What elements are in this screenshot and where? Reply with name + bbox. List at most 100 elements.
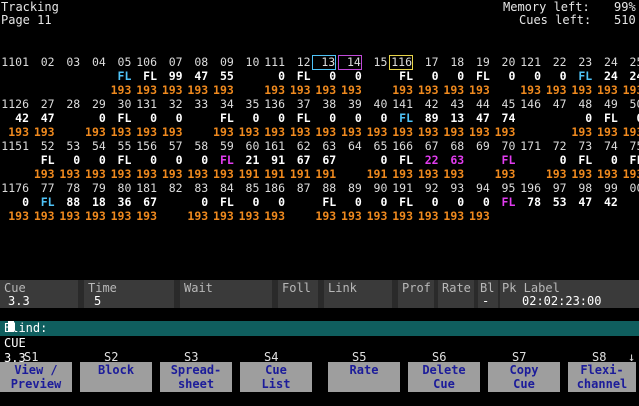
channel-number[interactable]: 58 bbox=[184, 140, 208, 153]
channel-number[interactable]: 79 bbox=[82, 182, 106, 195]
channel-number[interactable]: 19 bbox=[466, 56, 490, 69]
channel-number[interactable]: 60 bbox=[235, 140, 260, 153]
channel-number[interactable]: 73 bbox=[568, 140, 592, 153]
channel-number[interactable]: 1176 bbox=[0, 182, 29, 195]
channel-number[interactable]: 74 bbox=[594, 140, 618, 153]
channel-number[interactable]: 07 bbox=[159, 56, 183, 69]
profile-field[interactable]: Prof bbox=[398, 280, 434, 308]
channel-number[interactable]: 97 bbox=[543, 182, 567, 195]
channel-number[interactable]: 106 bbox=[133, 56, 157, 69]
channel-number[interactable]: 67 bbox=[415, 140, 439, 153]
channel-number[interactable]: 72 bbox=[543, 140, 567, 153]
channel-number[interactable]: 87 bbox=[287, 182, 311, 195]
channel-number[interactable]: 111 bbox=[261, 56, 285, 69]
channel-number[interactable]: 33 bbox=[184, 98, 208, 111]
channel-number[interactable]: 191 bbox=[389, 182, 413, 195]
channel-number[interactable]: 04 bbox=[82, 56, 106, 69]
channel-number[interactable]: 98 bbox=[568, 182, 592, 195]
channel-number[interactable]: 141 bbox=[389, 98, 413, 111]
channel-number[interactable]: 63 bbox=[312, 140, 336, 153]
softkey-1-button[interactable]: View / Preview bbox=[0, 362, 72, 392]
channel-number[interactable]: 15 bbox=[363, 56, 388, 69]
channel-number[interactable]: 161 bbox=[261, 140, 285, 153]
channel-number[interactable]: 39 bbox=[338, 98, 362, 111]
channel-number[interactable]: 92 bbox=[415, 182, 439, 195]
channel-number[interactable]: 57 bbox=[159, 140, 183, 153]
channel-number[interactable]: 52 bbox=[31, 140, 55, 153]
channel-number[interactable]: 59 bbox=[210, 140, 234, 153]
channel-number[interactable]: 131 bbox=[133, 98, 157, 111]
channel-number[interactable]: 45 bbox=[491, 98, 516, 111]
channel-number[interactable]: 64 bbox=[338, 140, 362, 153]
channel-number[interactable]: 25 bbox=[619, 56, 639, 69]
channel-number[interactable]: 50 bbox=[619, 98, 639, 111]
channel-number[interactable]: 38 bbox=[312, 98, 336, 111]
channel-number[interactable]: 171 bbox=[517, 140, 541, 153]
channel-number[interactable]: 42 bbox=[415, 98, 439, 111]
channel-number[interactable]: 44 bbox=[466, 98, 490, 111]
channel-number[interactable]: 89 bbox=[338, 182, 362, 195]
channel-number[interactable]: 20 bbox=[491, 56, 516, 69]
channel-number[interactable]: 28 bbox=[56, 98, 80, 111]
channel-number[interactable]: 121 bbox=[517, 56, 541, 69]
softkey-4-button[interactable]: Cue List bbox=[240, 362, 312, 392]
channel-number[interactable]: 95 bbox=[491, 182, 516, 195]
channel-number[interactable]: 17 bbox=[415, 56, 439, 69]
channel-number[interactable]: 186 bbox=[261, 182, 285, 195]
channel-number[interactable]: 69 bbox=[466, 140, 490, 153]
more-softkeys-arrow-icon[interactable]: ↓ bbox=[628, 350, 635, 364]
channel-number[interactable]: 1151 bbox=[0, 140, 29, 153]
channel-number[interactable]: 181 bbox=[133, 182, 157, 195]
channel-number[interactable]: 53 bbox=[56, 140, 80, 153]
channel-number[interactable]: 99 bbox=[594, 182, 618, 195]
softkey-7-button[interactable]: Copy Cue bbox=[488, 362, 560, 392]
channel-number[interactable]: 78 bbox=[56, 182, 80, 195]
channel-number[interactable]: 1101 bbox=[0, 56, 29, 69]
channel-number[interactable]: 32 bbox=[159, 98, 183, 111]
channel-number[interactable]: 84 bbox=[210, 182, 234, 195]
channel-number[interactable]: 22 bbox=[543, 56, 567, 69]
softkey-6-button[interactable]: Delete Cue bbox=[408, 362, 480, 392]
channel-number[interactable]: 82 bbox=[159, 182, 183, 195]
channel-number[interactable]: 146 bbox=[517, 98, 541, 111]
channel-number[interactable]: 48 bbox=[568, 98, 592, 111]
channel-number[interactable]: 156 bbox=[133, 140, 157, 153]
wait-field[interactable]: Wait bbox=[180, 280, 272, 308]
channel-number[interactable]: 93 bbox=[440, 182, 464, 195]
channel-number[interactable]: 05 bbox=[107, 56, 132, 69]
channel-number[interactable]: 09 bbox=[210, 56, 234, 69]
channel-number[interactable]: 02 bbox=[31, 56, 55, 69]
channel-number[interactable]: 00 bbox=[619, 182, 639, 195]
channel-number[interactable]: 18 bbox=[440, 56, 464, 69]
cue-field[interactable]: Cue 3.3 bbox=[0, 280, 78, 308]
rate-field[interactable]: Rate bbox=[438, 280, 474, 308]
channel-number[interactable]: 62 bbox=[287, 140, 311, 153]
channel-number[interactable]: 88 bbox=[312, 182, 336, 195]
channel-number[interactable]: 03 bbox=[56, 56, 80, 69]
softkey-5-button[interactable]: Rate bbox=[328, 362, 400, 392]
channel-number[interactable]: 85 bbox=[235, 182, 260, 195]
channel-number[interactable]: 54 bbox=[82, 140, 106, 153]
block-field[interactable]: Bl - bbox=[478, 280, 498, 308]
channel-number[interactable]: 136 bbox=[261, 98, 285, 111]
channel-number[interactable]: 34 bbox=[210, 98, 234, 111]
softkey-8-button[interactable]: Flexi- channel bbox=[568, 362, 636, 392]
channel-number[interactable]: 40 bbox=[363, 98, 388, 111]
channel-number[interactable]: 196 bbox=[517, 182, 541, 195]
channel-number[interactable]: 30 bbox=[107, 98, 132, 111]
channel-number[interactable]: 27 bbox=[31, 98, 55, 111]
channel-number[interactable]: 13 bbox=[312, 55, 337, 70]
label-field[interactable]: Pk Label 02:02:23:00 bbox=[500, 280, 639, 308]
channel-number[interactable]: 14 bbox=[337, 55, 362, 70]
channel-number[interactable]: 75 bbox=[619, 140, 639, 153]
channel-number[interactable]: 77 bbox=[31, 182, 55, 195]
follow-field[interactable]: Foll bbox=[278, 280, 318, 308]
channel-number[interactable]: 83 bbox=[184, 182, 208, 195]
softkey-3-button[interactable]: Spread- sheet bbox=[160, 362, 232, 392]
softkey-2-button[interactable]: Block bbox=[80, 362, 152, 392]
channel-number[interactable]: 68 bbox=[440, 140, 464, 153]
channel-number[interactable]: 166 bbox=[389, 140, 413, 153]
channel-number[interactable]: 12 bbox=[287, 56, 311, 69]
channel-number[interactable]: 94 bbox=[466, 182, 490, 195]
channel-number[interactable]: 49 bbox=[594, 98, 618, 111]
